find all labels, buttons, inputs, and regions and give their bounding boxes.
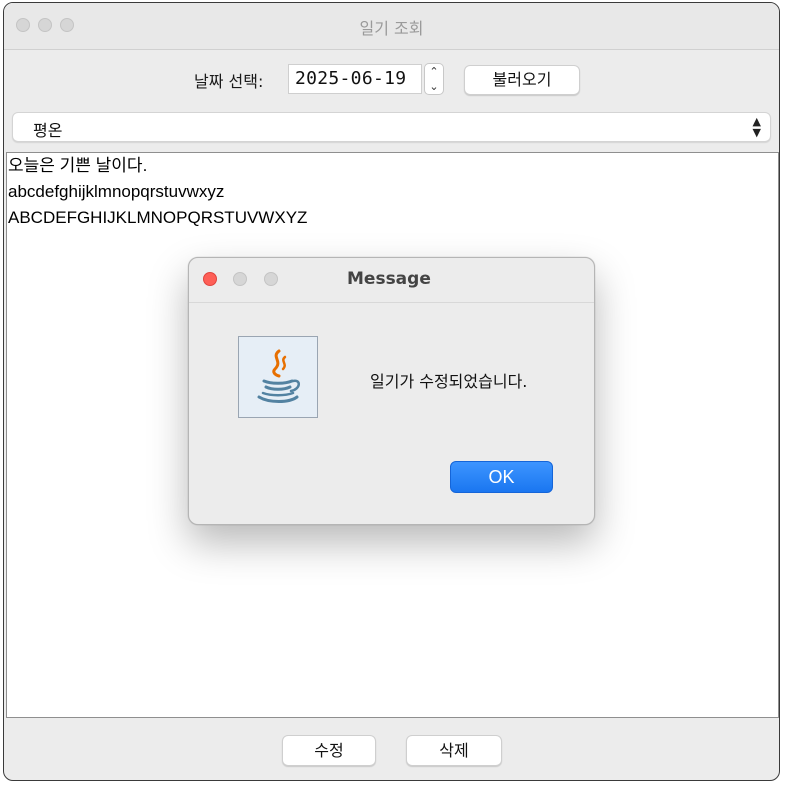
select-arrows-icon: ▲ ▼	[752, 115, 761, 139]
ok-button[interactable]: OK	[450, 461, 553, 493]
dialog-zoom-button[interactable]	[264, 272, 278, 286]
diary-line: ABCDEFGHIJKLMNOPQRSTUVWXYZ	[8, 208, 308, 227]
diary-line: 오늘은 기쁜 날이다.	[8, 156, 148, 175]
dialog-title: Message	[347, 269, 431, 289]
stepper-down-icon[interactable]: ⌄	[425, 79, 443, 94]
load-button[interactable]: 불러오기	[464, 65, 580, 95]
message-dialog: Message 일기가 수정되었습니다. OK	[188, 257, 595, 525]
title-bar[interactable]: 일기 조회	[4, 3, 779, 50]
dialog-message: 일기가 수정되었습니다.	[370, 372, 528, 391]
date-toolbar: 날짜 선택: 2025-06-19 ⌃ ⌄ 불러오기	[4, 50, 779, 108]
delete-button[interactable]: 삭제	[406, 735, 502, 766]
dialog-title-bar[interactable]: Message	[189, 258, 594, 303]
java-coffee-cup-icon	[238, 336, 318, 418]
diary-line: abcdefghijklmnopqrstuvwxyz	[8, 182, 225, 201]
window-title: 일기 조회	[359, 19, 424, 38]
edit-button[interactable]: 수정	[282, 735, 376, 766]
dialog-minimize-button[interactable]	[233, 272, 247, 286]
stepper-up-icon[interactable]: ⌃	[425, 64, 443, 79]
weather-selected-value: 평온	[33, 121, 63, 140]
weather-select[interactable]: 평온 ▲ ▼	[12, 112, 771, 142]
bottom-bar: 수정 삭제	[4, 719, 779, 780]
dialog-close-button[interactable]	[203, 272, 217, 286]
date-field[interactable]: 2025-06-19	[288, 64, 422, 94]
date-stepper[interactable]: ⌃ ⌄	[424, 63, 444, 95]
date-label: 날짜 선택:	[194, 72, 264, 91]
